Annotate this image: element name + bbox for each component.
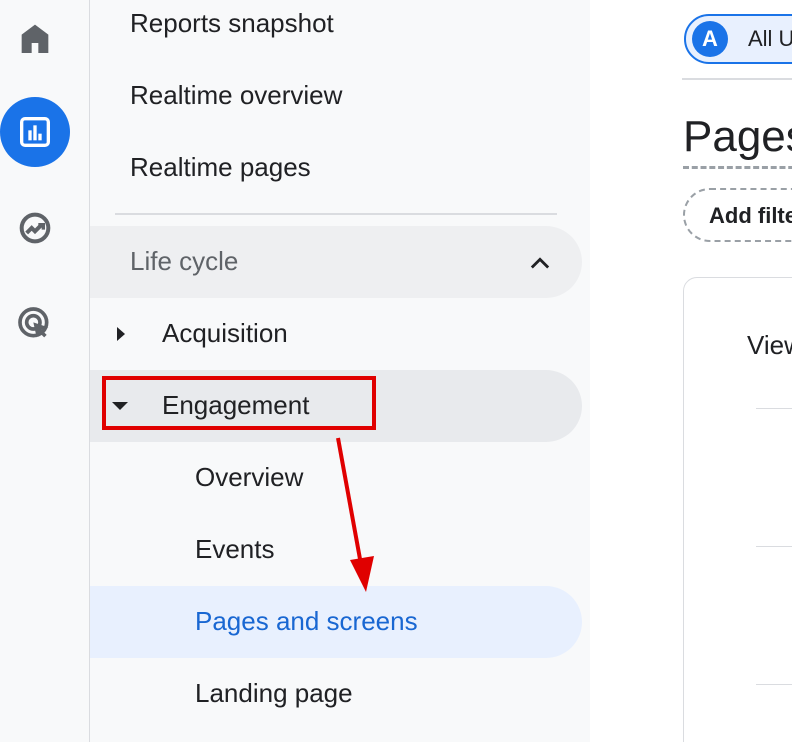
reports-icon (20, 117, 50, 147)
nav-item-realtime-overview[interactable]: Realtime overview (130, 80, 342, 111)
add-filter-label: Add filte (709, 203, 792, 228)
nav-item-landing-page[interactable]: Landing page (195, 678, 353, 709)
card-divider (756, 684, 792, 685)
section-label: Life cycle (130, 246, 239, 276)
add-filter-button[interactable]: Add filte (683, 188, 792, 242)
advertising-icon (18, 307, 49, 338)
title-underline (683, 166, 792, 169)
expand-right-icon[interactable] (117, 327, 125, 341)
audience-selector[interactable]: A All U (684, 14, 792, 64)
explore-icon (19, 212, 51, 244)
left-rail (0, 0, 90, 742)
card-divider (756, 546, 792, 547)
nav-item-events[interactable]: Events (195, 534, 275, 565)
home-icon (21, 24, 49, 53)
reports-active-bubble (0, 97, 70, 167)
advertising-button[interactable] (0, 288, 70, 360)
avatar: A (692, 21, 728, 57)
home-button[interactable] (0, 2, 70, 74)
main-content: A All U Pages Add filte View (590, 0, 792, 742)
pages-and-screens-label: Pages and screens (195, 606, 418, 636)
card-label: View (747, 330, 792, 360)
nav-item-reports-snapshot[interactable]: Reports snapshot (130, 8, 334, 39)
header-divider (682, 78, 792, 80)
annotation-arrow (336, 437, 374, 592)
reports-nav-panel: Reports snapshot Realtime overview Realt… (90, 0, 590, 742)
card-divider (756, 408, 792, 409)
explore-button[interactable] (0, 192, 70, 264)
nav-item-realtime-pages[interactable]: Realtime pages (130, 152, 311, 183)
reports-button[interactable] (0, 96, 70, 168)
page-title: Pages (683, 112, 792, 161)
audience-label: All U (748, 26, 792, 51)
metrics-card: View (683, 277, 792, 742)
nav-divider (115, 213, 557, 215)
chevron-up-icon (530, 257, 550, 269)
nav-item-overview[interactable]: Overview (195, 462, 303, 493)
highlight-box (102, 376, 376, 430)
nav-item-acquisition[interactable]: Acquisition (162, 318, 288, 349)
life-cycle-section-header[interactable]: Life cycle (90, 226, 582, 298)
